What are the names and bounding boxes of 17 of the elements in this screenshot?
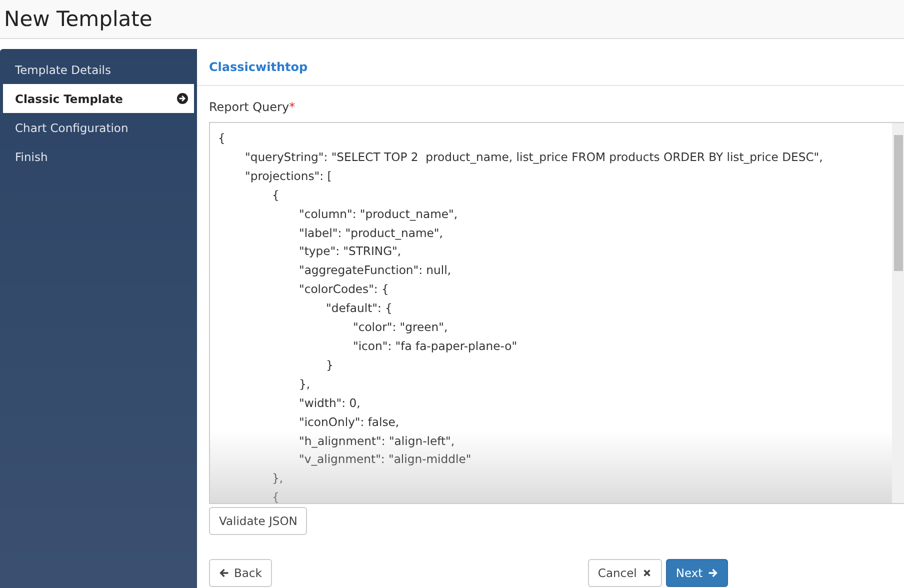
field-label: Report Query* xyxy=(209,100,296,114)
sidebar-item[interactable]: Classic Template xyxy=(3,84,194,113)
cancel-button[interactable]: Cancel xyxy=(588,559,662,587)
arrow-right-icon xyxy=(708,568,718,578)
next-button[interactable]: Next xyxy=(666,559,728,587)
sidebar-item[interactable]: Chart Configuration xyxy=(3,113,194,142)
arrow-circle-icon xyxy=(177,93,188,104)
scrollbar[interactable] xyxy=(892,123,904,503)
query-editor[interactable]: { "queryString": "SELECT TOP 2 product_name, list_price FROM products ORDER BY list_price DESC", "projections": [ { "column": "product_name", "label": "product_name", "type": "STRING", "aggregateFunction": null, "colorCodes": { "default": { "color": "green", "icon": "fa fa-paper-plane-o" } }, "width": 0, "iconOnly": false, "h_alignment": "align-left", "v_alignment": "align-middle" }, { xyxy=(209,122,904,504)
validate-json-button[interactable]: Validate JSON xyxy=(209,507,308,535)
close-icon xyxy=(642,568,652,578)
back-button[interactable]: Back xyxy=(209,559,272,587)
sidebar-item[interactable]: Finish xyxy=(3,142,194,171)
arrow-left-icon xyxy=(219,568,229,578)
template-link[interactable]: Classicwithtop xyxy=(209,60,308,74)
page-title: New Template xyxy=(4,7,152,31)
sidebar-item[interactable]: Template Details xyxy=(3,55,194,84)
